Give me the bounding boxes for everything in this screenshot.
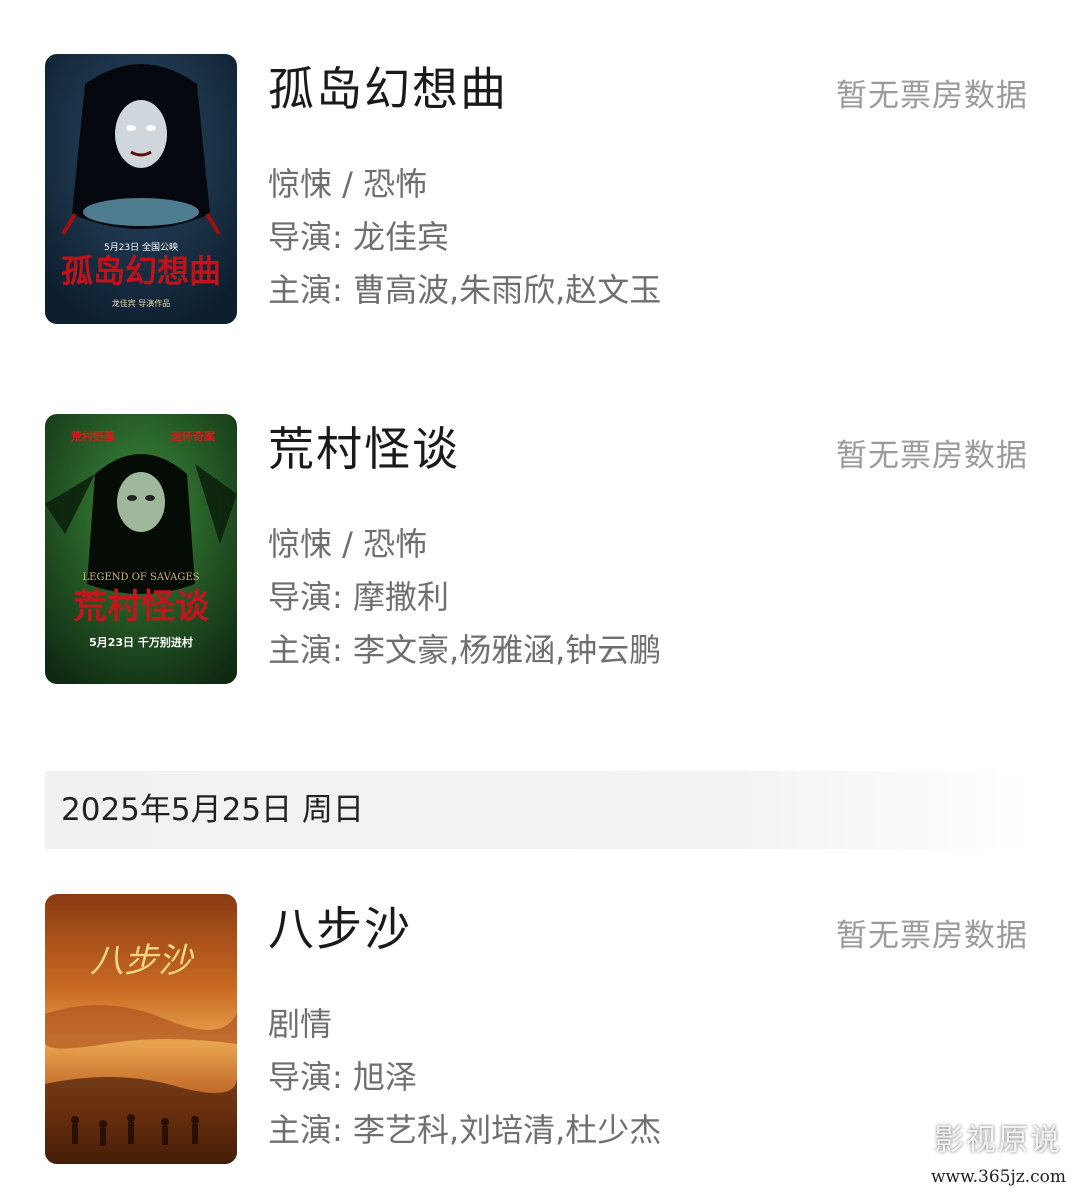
movie-cast: 主演: 曹高波,朱雨欣,赵文玉: [268, 271, 662, 309]
movie-poster[interactable]: 5月23日 全国公映 孤岛幻想曲 龙佳宾 导演作品: [45, 54, 237, 324]
poster-title-overlay: 荒村怪谈: [73, 587, 210, 627]
watermark-text: 影视原说: [934, 1123, 1062, 1158]
poster-title-overlay: 八步沙: [90, 941, 195, 981]
poster-tagline-right: 迷环奇案: [170, 429, 216, 443]
box-office-status: 暂无票房数据: [836, 918, 1028, 954]
poster-english-title: LEGEND OF SAVAGES: [83, 572, 200, 583]
movie-director: 导演: 旭泽: [268, 1058, 417, 1096]
movie-title[interactable]: 孤岛幻想曲: [268, 58, 508, 120]
movie-cast: 主演: 李艺科,刘培清,杜少杰: [268, 1111, 662, 1149]
movie-title[interactable]: 八步沙: [268, 898, 412, 960]
movie-director: 导演: 龙佳宾: [268, 218, 449, 256]
movie-title[interactable]: 荒村怪谈: [268, 418, 460, 480]
poster-credit: 龙佳宾 导演作品: [112, 298, 171, 308]
movie-cast: 主演: 李文豪,杨雅涵,钟云鹏: [268, 631, 662, 669]
box-office-status: 暂无票房数据: [836, 438, 1028, 474]
poster-tagline-left: 荒村野墓: [70, 429, 116, 443]
movie-director: 导演: 摩撒利: [268, 578, 449, 616]
movie-poster[interactable]: 荒村野墓 迷环奇案 LEGEND OF SAVAGES 荒村怪谈 5月23日 千…: [45, 414, 237, 684]
poster-image: 5月23日 全国公映 孤岛幻想曲 龙佳宾 导演作品: [45, 54, 237, 324]
movie-card-1[interactable]: 5月23日 全国公映 孤岛幻想曲 龙佳宾 导演作品 孤岛幻想曲 暂无票房数据 惊…: [0, 54, 1080, 326]
box-office-status: 暂无票房数据: [836, 78, 1028, 114]
movie-genre: 惊悚 / 恐怖: [268, 165, 428, 203]
movie-genre: 剧情: [268, 1005, 333, 1043]
poster-title-overlay: 孤岛幻想曲: [61, 252, 221, 290]
movie-genre: 惊悚 / 恐怖: [268, 525, 428, 563]
watermark-url: www.365jz.com: [931, 1167, 1066, 1187]
poster-image: 荒村野墓 迷环奇案 LEGEND OF SAVAGES 荒村怪谈 5月23日 千…: [45, 414, 237, 684]
date-section-header: 2025年5月25日 周日: [45, 771, 1035, 849]
movie-poster[interactable]: 八步沙: [45, 894, 237, 1164]
date-label: 2025年5月25日 周日: [61, 792, 364, 828]
poster-release-note: 5月23日 千万别进村: [89, 635, 193, 649]
movie-card-3[interactable]: 八步沙 八步沙 暂无票房数据 剧情 导演: 旭泽 主演: 李艺科,刘培清,杜少杰: [0, 894, 1080, 1166]
movie-card-2[interactable]: 荒村野墓 迷环奇案 LEGEND OF SAVAGES 荒村怪谈 5月23日 千…: [0, 414, 1080, 686]
poster-image: 八步沙: [45, 894, 237, 1164]
